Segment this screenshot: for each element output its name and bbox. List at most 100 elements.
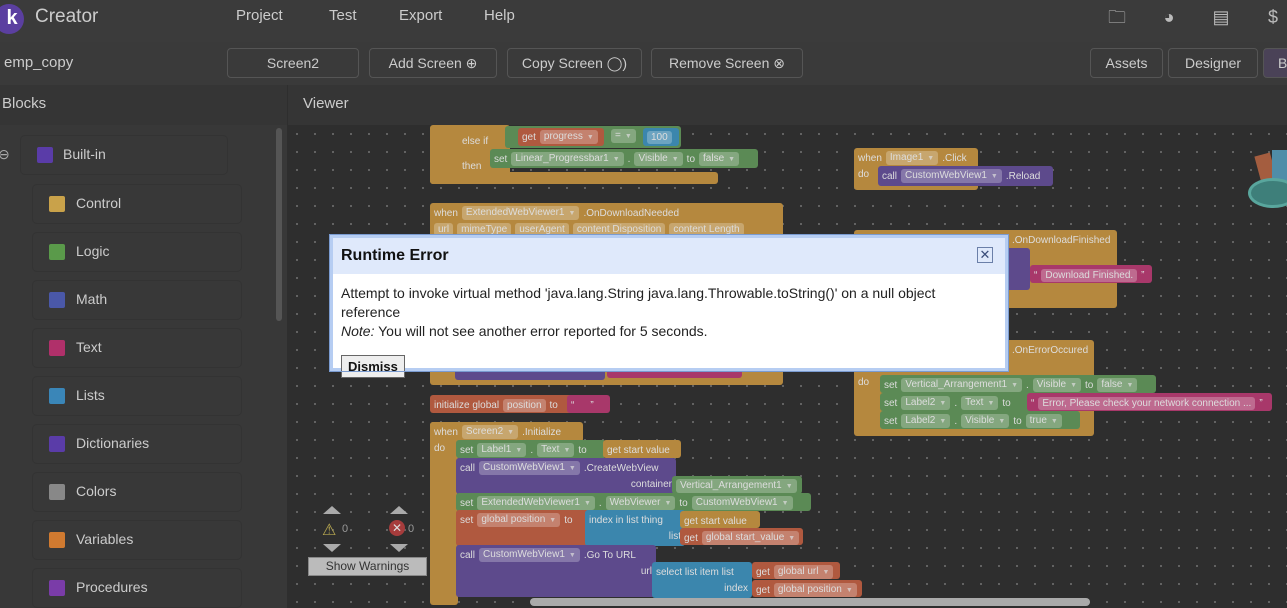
- block-field[interactable]: userAgent: [515, 222, 569, 236]
- sidebar-item-control[interactable]: Control: [32, 184, 242, 224]
- block-dropdown[interactable]: CustomWebView1 ▼: [479, 548, 580, 562]
- field-text: Visible: [638, 153, 668, 164]
- sidebar-scrollbar[interactable]: [276, 128, 282, 321]
- workspace-horizontal-scrollbar[interactable]: [530, 598, 1090, 606]
- warning-prev-icon[interactable]: [323, 506, 341, 514]
- block-dropdown[interactable]: ExtendedWebViewer1 ▼: [477, 496, 595, 510]
- block-dropdown[interactable]: true ▼: [1025, 414, 1062, 428]
- dismiss-button[interactable]: Dismiss: [341, 355, 405, 378]
- block-a-bottom[interactable]: [430, 172, 718, 184]
- error-next-icon[interactable]: [390, 544, 408, 552]
- block-field[interactable]: position: [503, 398, 546, 412]
- block-dropdown[interactable]: WebViewer ▼: [605, 496, 676, 510]
- block-g-set2[interactable]: set ExtendedWebViewer1 ▼. WebViewer ▼ to Custo…: [456, 493, 811, 511]
- blocks-button[interactable]: B: [1263, 48, 1287, 78]
- designer-button[interactable]: Designer: [1168, 48, 1258, 78]
- sidebar-item-dictionaries[interactable]: Dictionaries: [32, 424, 242, 464]
- block-dropdown[interactable]: Text ▼: [961, 396, 999, 410]
- block-dropdown[interactable]: CustomWebView1 ▼: [691, 496, 793, 510]
- menu-test[interactable]: Test: [329, 7, 357, 24]
- block-dropdown[interactable]: Visible ▼: [961, 414, 1010, 428]
- block-g-get3[interactable]: get global start_value ▼: [680, 528, 803, 545]
- block-dropdown[interactable]: CustomWebView1 ▼: [901, 169, 1002, 183]
- block-a-set[interactable]: set Linear_Progressbar1 ▼. Visible ▼ to false ▼: [490, 149, 758, 168]
- block-f-init[interactable]: initialize global position to: [430, 395, 577, 413]
- block-dropdown[interactable]: Visible ▼: [1032, 378, 1082, 392]
- block-field[interactable]: Download Finished.: [1041, 268, 1138, 282]
- community-icon[interactable]: ◕: [1158, 6, 1180, 28]
- menu-export[interactable]: Export: [399, 7, 442, 24]
- screen-selector[interactable]: Screen2: [227, 48, 359, 78]
- block-e-set3[interactable]: set Label2 ▼. Visible ▼ to true ▼: [880, 411, 1080, 429]
- sidebar-item-variables[interactable]: Variables: [32, 520, 242, 560]
- block-g-set1[interactable]: set Label1 ▼. Text ▼ to: [456, 440, 606, 458]
- block-dropdown[interactable]: Text ▼: [537, 443, 575, 457]
- trash-icon[interactable]: [1248, 150, 1287, 220]
- block-dropdown[interactable]: CustomWebView1 ▼: [479, 461, 580, 475]
- block-dropdown[interactable]: Linear_Progressbar1 ▼: [511, 152, 624, 166]
- block-a-num[interactable]: 100: [643, 128, 679, 146]
- block-g-idx[interactable]: index in list thing list: [585, 510, 685, 546]
- block-dropdown[interactable]: global position ▼: [773, 583, 857, 597]
- builtin-group[interactable]: Built-in: [20, 135, 228, 175]
- block-g-call1[interactable]: call CustomWebView1 ▼ .CreateWebView contain…: [456, 458, 676, 494]
- error-prev-icon[interactable]: [390, 506, 408, 514]
- block-g-get2[interactable]: get start value: [680, 511, 760, 528]
- block-e-pink[interactable]: “ Error, Please check your network connec…: [1027, 393, 1272, 411]
- block-field[interactable]: url: [434, 222, 454, 236]
- sidebar-item-procedures[interactable]: Procedures: [32, 568, 242, 608]
- sidebar-item-colors[interactable]: Colors: [32, 472, 242, 512]
- block-dropdown[interactable]: Vertical_Arrangement1 ▼: [676, 479, 797, 493]
- collapse-icon[interactable]: ⊖: [0, 146, 10, 163]
- block-dropdown[interactable]: Label2 ▼: [901, 396, 951, 410]
- block-g-sel[interactable]: select list item list index: [652, 562, 752, 598]
- menu-help[interactable]: Help: [484, 7, 515, 24]
- block-field[interactable]: content Length: [669, 222, 744, 236]
- sidebar-item-text[interactable]: Text: [32, 328, 242, 368]
- block-dropdown[interactable]: = ▼: [611, 129, 636, 143]
- sidebar-item-lists[interactable]: Lists: [32, 376, 242, 416]
- block-g-get5[interactable]: get global position ▼: [752, 580, 862, 597]
- dollar-icon[interactable]: $: [1262, 6, 1284, 28]
- menu-project[interactable]: Project: [236, 7, 283, 24]
- warning-next-icon[interactable]: [323, 544, 341, 552]
- add-screen-button[interactable]: Add Screen ⊕: [369, 48, 497, 78]
- block-dropdown[interactable]: global position ▼: [477, 513, 561, 527]
- block-label: do: [858, 168, 870, 180]
- block-f-pink[interactable]: “ ”: [567, 395, 610, 413]
- show-warnings-button[interactable]: Show Warnings: [308, 557, 427, 576]
- block-dropdown[interactable]: global url ▼: [773, 565, 834, 579]
- remove-screen-button[interactable]: Remove Screen ⊗: [651, 48, 803, 78]
- block-dropdown[interactable]: progress ▼: [539, 130, 598, 144]
- block-a-get[interactable]: get progress ▼: [518, 128, 604, 146]
- block-dropdown[interactable]: false ▼: [1097, 378, 1138, 392]
- block-dropdown[interactable]: ExtendedWebViewer1 ▼: [461, 206, 580, 220]
- block-field[interactable]: 100: [647, 130, 672, 144]
- block-field[interactable]: mimeType: [457, 222, 512, 236]
- block-g-col[interactable]: do: [430, 422, 458, 605]
- block-dropdown[interactable]: Image1 ▼: [885, 151, 939, 165]
- block-b-call[interactable]: call CustomWebView1 ▼ .Reload: [878, 166, 1053, 186]
- assets-button[interactable]: Assets: [1090, 48, 1163, 78]
- copy-screen-button[interactable]: Copy Screen ◯): [507, 48, 642, 78]
- close-icon[interactable]: ✕: [977, 247, 993, 263]
- block-g-get4[interactable]: get global url ▼: [752, 562, 840, 579]
- block-dropdown[interactable]: global start_value ▼: [701, 531, 800, 545]
- block-dropdown[interactable]: Visible ▼: [634, 152, 683, 166]
- block-dropdown[interactable]: Label2 ▼: [901, 414, 951, 428]
- block-g-va[interactable]: Vertical_Arrangement1 ▼: [672, 476, 802, 494]
- block-g-head[interactable]: when Screen2 ▼ .Initialize: [430, 422, 583, 442]
- folder-star-icon[interactable]: 🗀: [1106, 6, 1128, 28]
- sidebar-item-math[interactable]: Math: [32, 280, 242, 320]
- block-field[interactable]: content Disposition: [572, 222, 666, 236]
- block-dropdown[interactable]: Label1 ▼: [477, 443, 527, 457]
- block-g-call2[interactable]: call CustomWebView1 ▼ .Go To URL url: [456, 545, 656, 597]
- sidebar-item-logic[interactable]: Logic: [32, 232, 242, 272]
- block-g-set3[interactable]: set global position ▼ to: [456, 510, 590, 546]
- block-dropdown[interactable]: false ▼: [699, 152, 740, 166]
- block-g-get1[interactable]: get start value: [603, 440, 681, 458]
- block-field[interactable]: Error, Please check your network connect…: [1038, 396, 1256, 410]
- block-dropdown[interactable]: Screen2 ▼: [461, 425, 519, 439]
- block-d-pink[interactable]: “ Download Finished. ”: [1030, 265, 1152, 283]
- docs-icon[interactable]: ▤: [1210, 6, 1232, 28]
